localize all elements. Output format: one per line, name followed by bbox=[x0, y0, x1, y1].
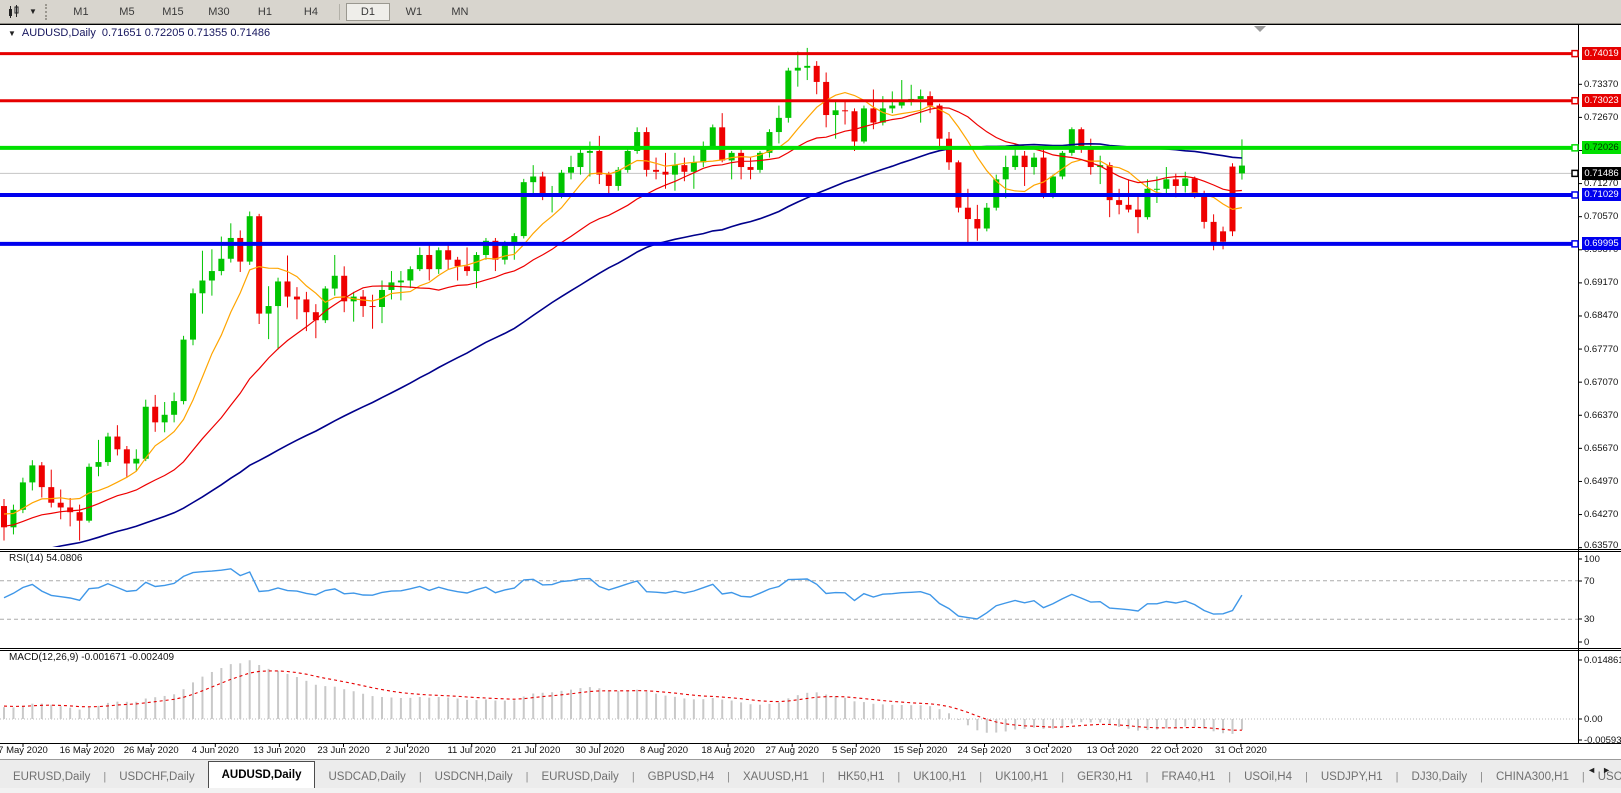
date-tick-label: 22 Oct 2020 bbox=[1151, 745, 1203, 756]
date-tick-label: 7 May 2020 bbox=[0, 745, 48, 756]
date-tick-label: 15 Sep 2020 bbox=[893, 745, 947, 756]
macd-indicator-label: MACD(12,26,9) -0.001671 -0.002409 bbox=[9, 652, 174, 663]
timeframe-button-m1[interactable]: M1 bbox=[59, 3, 103, 21]
chart-title: ▼ AUDUSD,Daily 0.71651 0.72205 0.71355 0… bbox=[8, 27, 270, 39]
symbol-period-label: AUDUSD,Daily bbox=[22, 27, 96, 39]
chart-tab-usdcnh-daily[interactable]: USDCNH,Daily bbox=[422, 765, 526, 789]
bottom-strip bbox=[0, 788, 1621, 793]
date-tick-label: 2 Jul 2020 bbox=[386, 745, 430, 756]
price-tick-label: 0.63570 bbox=[1584, 540, 1618, 551]
price-line-label: 0.71486 bbox=[1582, 167, 1621, 180]
rsi-axis-label: 70 bbox=[1584, 576, 1595, 587]
chart-type-icon[interactable] bbox=[4, 4, 26, 20]
rsi-axis-label: 30 bbox=[1584, 614, 1595, 625]
chart-tab-usdcad-daily[interactable]: USDCAD,Daily bbox=[315, 765, 418, 789]
date-tick-label: 23 Jun 2020 bbox=[317, 745, 369, 756]
timeframe-button-h1[interactable]: H1 bbox=[243, 3, 287, 21]
timeframe-button-m15[interactable]: M15 bbox=[151, 3, 195, 21]
chart-tab-china300-h1[interactable]: CHINA300,H1 bbox=[1483, 765, 1582, 789]
macd-axis-label: -0.005938 bbox=[1584, 735, 1621, 746]
price-line-label: 0.74019 bbox=[1582, 47, 1621, 60]
price-tick-label: 0.68470 bbox=[1584, 310, 1618, 321]
date-tick-label: 16 May 2020 bbox=[60, 745, 115, 756]
price-tick-label: 0.64270 bbox=[1584, 509, 1618, 520]
timeframe-button-h4[interactable]: H4 bbox=[289, 3, 333, 21]
price-tick-label: 0.69170 bbox=[1584, 277, 1618, 288]
date-tick-label: 30 Jul 2020 bbox=[575, 745, 624, 756]
date-tick-label: 8 Aug 2020 bbox=[640, 745, 688, 756]
date-tick-label: 11 Jul 2020 bbox=[447, 745, 495, 756]
chart-tab-dj30-daily[interactable]: DJ30,Daily bbox=[1399, 765, 1481, 789]
timeframe-button-d1[interactable]: D1 bbox=[346, 3, 390, 21]
price-tick-label: 0.64970 bbox=[1584, 476, 1618, 487]
chart-tab-gbpusd-h4[interactable]: GBPUSD,H4 bbox=[635, 765, 727, 789]
macd-axis-label: 0.014861 bbox=[1584, 655, 1621, 666]
chart-tab-eurusd-daily[interactable]: EURUSD,Daily bbox=[528, 765, 631, 789]
rsi-axis-label: 0 bbox=[1584, 637, 1589, 648]
price-tick-label: 0.70570 bbox=[1584, 211, 1618, 222]
date-tick-label: 13 Jun 2020 bbox=[253, 745, 305, 756]
price-line-label: 0.71029 bbox=[1582, 188, 1621, 201]
tab-scroll-arrows[interactable]: ◄► bbox=[1587, 765, 1617, 775]
date-tick-label: 26 May 2020 bbox=[124, 745, 179, 756]
price-tick-label: 0.67070 bbox=[1584, 377, 1618, 388]
price-tick-label: 0.73370 bbox=[1584, 79, 1618, 90]
chart-tab-ger30-h1[interactable]: GER30,H1 bbox=[1064, 765, 1146, 789]
ohlc-values: 0.71651 0.72205 0.71355 0.71486 bbox=[102, 27, 270, 39]
price-tick-label: 0.67770 bbox=[1584, 344, 1618, 355]
trading-platform-window: { "toolbar": { "chart_type_icon": "candl… bbox=[0, 0, 1621, 793]
price-line-label: 0.72026 bbox=[1582, 141, 1621, 154]
date-tick-label: 18 Aug 2020 bbox=[701, 745, 754, 756]
date-tick-label: 4 Jun 2020 bbox=[192, 745, 239, 756]
collapse-triangle-icon[interactable]: ▼ bbox=[8, 29, 16, 38]
date-tick-label: 24 Sep 2020 bbox=[958, 745, 1012, 756]
date-tick-label: 5 Sep 2020 bbox=[832, 745, 881, 756]
chart-tab-usdjpy-h1[interactable]: USDJPY,H1 bbox=[1308, 765, 1396, 789]
chart-type-dropdown-caret[interactable]: ▼ bbox=[29, 7, 37, 16]
chart-tab-usoil-h4[interactable]: USOil,H4 bbox=[1231, 765, 1305, 789]
chart-tab-audusd-daily[interactable]: AUDUSD,Daily bbox=[208, 761, 316, 789]
date-tick-label: 21 Jul 2020 bbox=[511, 745, 560, 756]
timeframe-button-w1[interactable]: W1 bbox=[392, 3, 436, 21]
chart-canvas[interactable] bbox=[0, 0, 1621, 793]
toolbar-grip[interactable] bbox=[45, 4, 52, 20]
chart-tab-uk100-h1[interactable]: UK100,H1 bbox=[982, 765, 1061, 789]
chart-tab-usdchf-daily[interactable]: USDCHF,Daily bbox=[106, 765, 207, 789]
rsi-indicator-label: RSI(14) 54.0806 bbox=[9, 553, 82, 564]
date-tick-label: 13 Oct 2020 bbox=[1087, 745, 1139, 756]
price-tick-label: 0.72670 bbox=[1584, 112, 1618, 123]
price-tick-label: 0.66370 bbox=[1584, 410, 1618, 421]
timeframe-button-mn[interactable]: MN bbox=[438, 3, 482, 21]
date-tick-label: 31 Oct 2020 bbox=[1215, 745, 1267, 756]
timeframe-button-m5[interactable]: M5 bbox=[105, 3, 149, 21]
chart-tab-xauusd-h1[interactable]: XAUUSD,H1 bbox=[730, 765, 822, 789]
chart-tab-bar: EURUSD,Daily|USDCHF,DailyAUDUSD,DailyUSD… bbox=[0, 759, 1621, 789]
chart-tab-uk100-h1[interactable]: UK100,H1 bbox=[900, 765, 979, 789]
timeframe-toolbar: ▼ M1M5M15M30H1H4 D1W1MN bbox=[0, 0, 1621, 24]
price-line-label: 0.73023 bbox=[1582, 94, 1621, 107]
price-tick-label: 0.65670 bbox=[1584, 443, 1618, 454]
chart-tab-eurusd-daily[interactable]: EURUSD,Daily bbox=[0, 765, 103, 789]
date-tick-label: 27 Aug 2020 bbox=[766, 745, 819, 756]
date-tick-label: 3 Oct 2020 bbox=[1025, 745, 1071, 756]
price-line-label: 0.69995 bbox=[1582, 237, 1621, 250]
timeframe-button-m30[interactable]: M30 bbox=[197, 3, 241, 21]
rsi-axis-label: 100 bbox=[1584, 554, 1600, 565]
chart-tab-hk50-h1[interactable]: HK50,H1 bbox=[825, 765, 898, 789]
chart-tab-fra40-h1[interactable]: FRA40,H1 bbox=[1149, 765, 1229, 789]
macd-axis-label: 0.00 bbox=[1584, 714, 1603, 725]
